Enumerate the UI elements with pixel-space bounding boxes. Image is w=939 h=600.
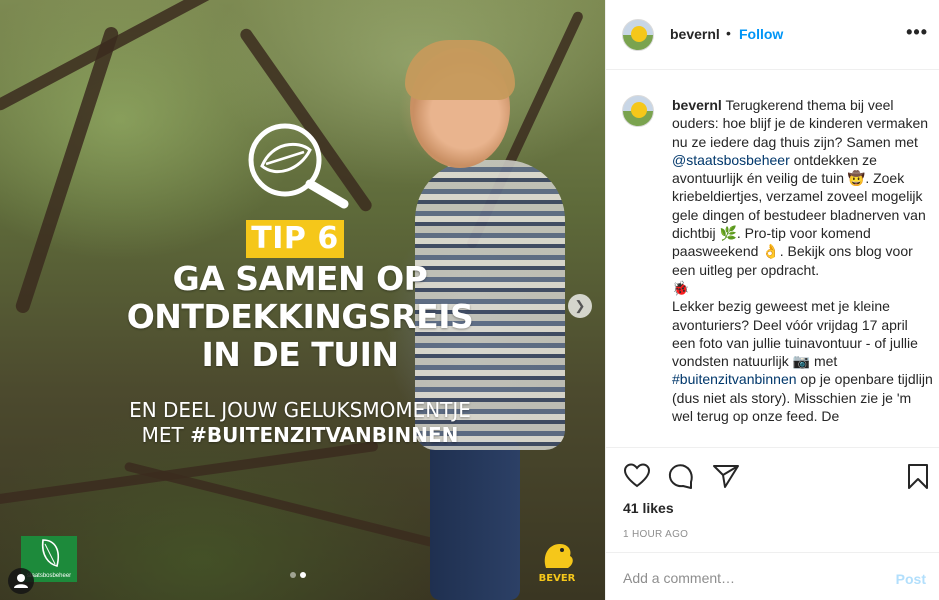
action-bar	[606, 447, 939, 503]
header-username[interactable]: bevernl	[670, 26, 720, 42]
subline-line: MET #BUITENZITVANBINNEN	[90, 423, 510, 448]
like-count[interactable]: 41 likes	[623, 500, 674, 516]
child-figure	[430, 440, 520, 600]
branch	[0, 440, 379, 510]
subline-hashtag: #BUITENZITVANBINNEN	[190, 423, 459, 447]
paper-plane-icon[interactable]	[712, 462, 740, 490]
comments-area[interactable]: bevernl Terugkerend thema bij veel ouder…	[606, 70, 939, 442]
post-timestamp[interactable]: 1 HOUR AGO	[623, 529, 688, 540]
beaver-logo-icon	[544, 544, 573, 568]
leaf-logo-icon	[41, 539, 59, 567]
post-caption: bevernl Terugkerend thema bij veel ouder…	[672, 96, 934, 425]
carousel-dot	[290, 572, 296, 578]
carousel-dot-active	[300, 572, 306, 578]
branch	[0, 0, 228, 113]
avatar[interactable]	[622, 95, 654, 127]
post-button[interactable]: Post	[896, 571, 926, 587]
heart-icon[interactable]	[623, 462, 651, 490]
post-image[interactable]: TIP 6 GA SAMEN OP ONTDEKKINGSREIS IN DE …	[0, 0, 605, 600]
headline-line: ONTDEKKINGSREIS	[126, 297, 474, 336]
hashtag-link[interactable]: #buitenzitvanbinnen	[672, 371, 797, 387]
bookmark-icon[interactable]	[904, 462, 932, 490]
follow-button[interactable]: Follow	[739, 26, 783, 42]
bever-logo: BEVER	[534, 538, 580, 584]
carousel-indicator	[290, 565, 310, 583]
header-separator: •	[726, 25, 731, 41]
child-figure	[405, 40, 515, 100]
chevron-right-icon: ❯	[574, 298, 586, 313]
tagged-users-button[interactable]	[8, 568, 34, 594]
headline-line: GA SAMEN OP	[172, 259, 428, 298]
magnifier-leaf-icon	[248, 123, 349, 209]
subline-prefix: MET	[141, 423, 191, 447]
more-options-icon[interactable]: •••	[906, 22, 928, 43]
avatar[interactable]	[622, 19, 654, 51]
user-icon	[14, 574, 28, 588]
post-header: bevernl • Follow •••	[606, 0, 939, 70]
comment-input[interactable]	[623, 570, 873, 586]
subline-line: EN DEEL JOUW GELUKSMOMENTJE	[129, 398, 471, 422]
mention-link[interactable]: @staatsbosbeheer	[672, 152, 790, 168]
branch	[123, 461, 437, 548]
tip-badge: TIP 6	[246, 220, 344, 258]
next-slide-button[interactable]: ❯	[568, 294, 592, 318]
caption-username[interactable]: bevernl	[672, 97, 722, 113]
logo-right-text: BEVER	[538, 573, 576, 584]
post-sidebar: bevernl • Follow ••• bevernl Terugkerend…	[605, 0, 939, 600]
post-headline: GA SAMEN OP ONTDEKKINGSREIS IN DE TUIN	[100, 260, 500, 374]
add-comment-section: Post	[606, 552, 939, 600]
comment-icon[interactable]	[667, 462, 695, 490]
post-subline: EN DEEL JOUW GELUKSMOMENTJE MET #BUITENZ…	[90, 398, 510, 448]
caption-text: ontdekken ze avontuurlijk én veilig de t…	[672, 151, 926, 370]
headline-line: IN DE TUIN	[201, 335, 399, 374]
